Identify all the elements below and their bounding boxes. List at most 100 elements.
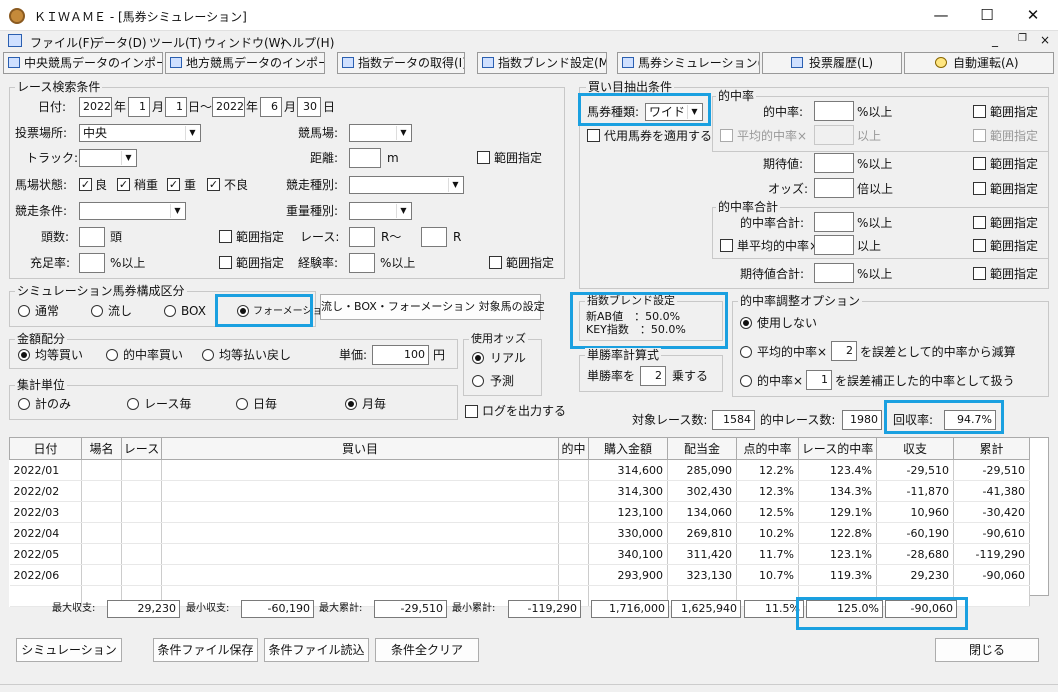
amount-equal-radio[interactable] [18,349,30,361]
table-row[interactable]: 2022/04 330,000 269,810 10.2% 122.8% -60,190-… [9,522,1030,544]
nav-index-fetch[interactable]: 指数データの取得(I) [337,52,465,74]
exp-range-checkbox[interactable] [489,256,502,269]
sim-formation-radio[interactable] [237,305,249,317]
heads-input[interactable] [79,227,105,247]
win-power-input[interactable]: 2 [640,366,666,386]
nav-vote-history[interactable]: 投票履歴(L) [762,52,902,74]
table-row[interactable]: 2022/06 293,900 323,130 10.7% 119.3% 29,230 -9… [9,564,1030,586]
fill-input[interactable] [79,253,105,273]
single-avg-range-checkbox[interactable] [973,239,986,252]
table-row[interactable]: 2022/02 314,300 302,430 12.3% 134.3% -11,870-… [9,480,1030,502]
mdi-minimize-icon[interactable]: _ [992,33,998,47]
sim-normal-radio[interactable] [18,305,30,317]
cond-heavy-checkbox[interactable]: ✓ [167,178,180,191]
nav-simulation[interactable]: 馬券シミュレーション(B) [617,52,760,74]
agg-race-radio[interactable] [127,398,139,410]
avg-hit-range-checkbox[interactable] [973,129,986,142]
adjust-avg-radio[interactable] [740,346,752,358]
agg-day-radio[interactable] [236,398,248,410]
to-day-input[interactable]: 30 [297,97,321,117]
cond-bad-checkbox[interactable]: ✓ [207,178,220,191]
adjust-none-radio[interactable] [740,317,752,329]
to-month-input[interactable]: 6 [260,97,282,117]
close-button[interactable]: 閉じる [935,638,1039,662]
mdi-close-icon[interactable]: × [1040,33,1050,47]
col-balance[interactable]: 収支 [876,437,954,460]
exp-input[interactable] [349,253,375,273]
hit-rate-input[interactable] [814,101,854,121]
menu-file[interactable]: ファイル(F) [30,34,94,51]
track-select[interactable]: ▼ [79,149,137,167]
race-from-input[interactable] [349,227,375,247]
from-month-input[interactable]: 1 [128,97,150,117]
odds-forecast-radio[interactable] [472,375,484,387]
simulate-button[interactable]: シミュレーション [16,638,122,662]
cond-good-checkbox[interactable]: ✓ [79,178,92,191]
sim-nagashi-radio[interactable] [91,305,103,317]
amount-equal-payout-radio[interactable] [202,349,214,361]
sim-box-radio[interactable] [164,305,176,317]
col-venue[interactable]: 場名 [81,437,122,460]
course-select[interactable]: ▼ [349,124,412,142]
hit-rate-range-checkbox[interactable] [973,105,986,118]
col-payout[interactable]: 配当金 [667,437,737,460]
maximize-icon[interactable]: ☐ [964,0,1010,31]
agg-total-radio[interactable] [18,398,30,410]
heads-range-checkbox[interactable] [219,230,232,243]
expect-sum-range-checkbox[interactable] [973,267,986,280]
close-icon[interactable]: ✕ [1010,0,1056,31]
menu-help[interactable]: ヘルプ(H) [280,34,334,51]
col-purchase[interactable]: 購入金額 [588,437,668,460]
col-point-hit[interactable]: 点的中率 [736,437,799,460]
nav-auto-run[interactable]: 自動運転(A) [904,52,1054,74]
distance-range-checkbox[interactable] [477,151,490,164]
odds-filter-input[interactable] [814,178,854,198]
col-cumulative[interactable]: 累計 [953,437,1030,460]
agg-month-radio[interactable] [345,398,357,410]
clear-conditions-button[interactable]: 条件全クリア [375,638,479,662]
single-avg-checkbox[interactable] [720,239,733,252]
col-bet[interactable]: 買い目 [161,437,559,460]
fill-range-checkbox[interactable] [219,256,232,269]
minimize-icon[interactable]: — [918,0,964,31]
unit-price-input[interactable]: 100 [372,345,429,365]
nav-index-blend[interactable]: 指数ブレンド設定(M) [477,52,607,74]
odds-range-checkbox[interactable] [973,182,986,195]
menu-tools[interactable]: ツール(T) [149,34,202,51]
ticket-type-select[interactable]: ワイド ▼ [645,103,703,121]
save-conditions-button[interactable]: 条件ファイル保存 [153,638,258,662]
race-type-select[interactable]: ▼ [349,176,464,194]
mdi-restore-icon[interactable]: ❐ [1018,33,1027,44]
table-row[interactable]: 2022/03 123,100 134,060 12.5% 129.1% 10,960 -3… [9,501,1030,523]
col-hit[interactable]: 的中 [558,437,589,460]
distance-input[interactable] [349,148,381,168]
avg-hit-checkbox[interactable] [720,129,733,142]
hit-sum-range-checkbox[interactable] [973,216,986,229]
adjust-hit-input[interactable]: 1 [806,370,832,390]
cond-slightly-heavy-checkbox[interactable]: ✓ [117,178,130,191]
weight-type-select[interactable]: ▼ [349,202,412,220]
adjust-hit-radio[interactable] [740,375,752,387]
single-avg-input[interactable] [814,235,854,255]
from-year-input[interactable]: 2022 [79,97,112,117]
expect-sum-input[interactable] [814,263,854,283]
from-day-input[interactable]: 1 [165,97,187,117]
expect-range-checkbox[interactable] [973,157,986,170]
nav-import-local[interactable]: 地方競馬データのインポート(N) [165,52,325,74]
expect-input[interactable] [814,153,854,173]
col-date[interactable]: 日付 [9,437,82,460]
col-race-hit[interactable]: レース的中率 [798,437,877,460]
load-conditions-button[interactable]: 条件ファイル読込 [264,638,369,662]
race-cond-select[interactable]: ▼ [79,202,186,220]
menu-window[interactable]: ウィンドウ(W) [204,34,285,51]
race-to-input[interactable] [421,227,447,247]
nav-import-central[interactable]: 中央競馬データのインポート(J) [3,52,163,74]
log-output-checkbox[interactable] [465,405,478,418]
table-row[interactable]: 2022/01 314,600 285,090 12.2% 123.4% -29,510-… [9,459,1030,481]
formation-setting-button[interactable]: 流し・BOX・フォーメーション 対象馬の設定 [320,294,545,320]
alt-ticket-checkbox[interactable] [587,129,600,142]
adjust-avg-input[interactable]: 2 [831,341,857,361]
table-row[interactable]: 2022/05 340,100 311,420 11.7% 123.1% -28,680-… [9,543,1030,565]
col-race[interactable]: レース [121,437,162,460]
odds-real-radio[interactable] [472,352,484,364]
